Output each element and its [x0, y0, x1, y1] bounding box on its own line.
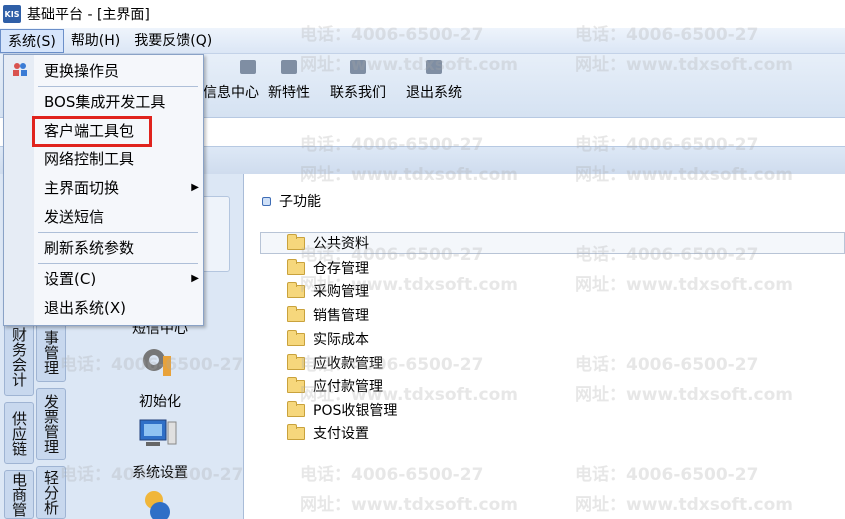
menu-item-switch-main-ui[interactable]: 主界面切换 ▶	[44, 176, 199, 200]
toolbar-new-features-button[interactable]: 新特性	[268, 60, 310, 102]
system-menu-dropdown: 更换操作员 BOS集成开发工具 客户端工具包 网络控制工具 主界面切换 ▶ 发送…	[3, 54, 204, 326]
tab-affairs[interactable]: 事管理	[36, 322, 66, 382]
folder-icon	[287, 305, 305, 322]
menu-separator	[38, 263, 198, 264]
tab-ecommerce[interactable]: 电商管	[4, 470, 34, 519]
menu-system[interactable]: 系统(S)	[0, 28, 64, 53]
tree-item-payment-settings[interactable]: 支付设置	[287, 423, 369, 443]
toolbar-label: 联系我们	[330, 85, 386, 101]
client-toolkit-highlight	[32, 116, 152, 147]
nav-initialize[interactable]: 初始化	[110, 391, 210, 411]
tree-root-public-data[interactable]: 公共资料	[260, 232, 845, 254]
nav-system-settings[interactable]: 系统设置	[110, 462, 210, 482]
left-panel-collapse-box[interactable]	[200, 196, 230, 272]
folder-icon	[287, 353, 305, 370]
section-bullet-icon	[262, 196, 271, 206]
menu-item-change-operator[interactable]: 更换操作员	[44, 59, 119, 83]
tree-item-pos[interactable]: POS收银管理	[287, 400, 397, 420]
chat-icon	[350, 60, 366, 74]
folder-icon	[287, 423, 305, 440]
tree-root-label: 公共资料	[313, 236, 369, 252]
folder-icon	[287, 258, 305, 275]
menu-item-label: 设置(C)	[44, 270, 97, 288]
tree-item-label: 应付款管理	[313, 379, 383, 395]
tree-item-label: 支付设置	[313, 426, 369, 442]
menu-item-bos-dev-tools[interactable]: BOS集成开发工具	[44, 90, 165, 114]
star-icon	[281, 60, 297, 74]
tree-item-label: 销售管理	[313, 308, 369, 324]
menu-bar: 系统(S) 帮助(H) 我要反馈(Q)	[0, 28, 845, 54]
menu-separator	[38, 86, 198, 87]
section-title: 子功能	[279, 194, 321, 210]
menu-item-refresh-params[interactable]: 刷新系统参数	[44, 236, 134, 260]
users-icon	[145, 491, 170, 519]
toolbar-exit-button[interactable]: 退出系统	[406, 60, 462, 102]
open-folder-icon	[287, 233, 305, 250]
tab-light-analysis[interactable]: 轻分析	[36, 466, 66, 519]
folder-icon	[287, 281, 305, 298]
change-user-icon	[13, 63, 27, 76]
menu-help[interactable]: 帮助(H)	[64, 29, 127, 53]
toolbar-label: 信息中心	[203, 85, 259, 101]
monitor-icon	[139, 419, 177, 446]
tree-item-label: 应收款管理	[313, 356, 383, 372]
tree-item-label: 实际成本	[313, 332, 369, 348]
menu-item-exit-system[interactable]: 退出系统(X)	[44, 296, 126, 320]
tree-item-label: 仓存管理	[313, 261, 369, 277]
menu-separator	[38, 232, 198, 233]
menu-item-settings[interactable]: 设置(C) ▶	[44, 267, 199, 291]
submenu-arrow-icon: ▶	[191, 273, 199, 284]
window-title: 基础平台 - [主界面]	[27, 7, 150, 23]
title-bar: KIS 基础平台 - [主界面]	[0, 0, 845, 28]
menu-icon-column	[4, 55, 34, 325]
sub-function-header: 子功能	[262, 191, 321, 211]
menu-item-label: 主界面切换	[44, 179, 120, 197]
submenu-arrow-icon: ▶	[191, 182, 199, 193]
toolbar-info-center-button[interactable]: 信息中心	[203, 60, 259, 102]
tab-supply-chain[interactable]: 供应链	[4, 402, 34, 464]
folder-icon	[287, 329, 305, 346]
mail-icon	[240, 60, 256, 74]
menu-item-network-control[interactable]: 网络控制工具	[44, 147, 134, 171]
menu-feedback[interactable]: 我要反馈(Q)	[127, 29, 219, 53]
exit-icon	[426, 60, 442, 74]
tree-item-label: 采购管理	[313, 284, 369, 300]
tree-item-receivables[interactable]: 应收款管理	[287, 353, 383, 373]
toolbar-label: 退出系统	[406, 85, 462, 101]
tree-item-payables[interactable]: 应付款管理	[287, 376, 383, 396]
tree-item-label: POS收银管理	[313, 403, 398, 419]
app-logo-icon: KIS	[3, 5, 21, 23]
tree-item-sales[interactable]: 销售管理	[287, 305, 369, 325]
tab-invoice[interactable]: 发票管理	[36, 388, 66, 460]
toolbar-label: 新特性	[268, 85, 310, 101]
tree-item-purchasing[interactable]: 采购管理	[287, 281, 369, 301]
tree-item-actual-cost[interactable]: 实际成本	[287, 329, 369, 349]
folder-icon	[287, 376, 305, 393]
menu-item-send-sms[interactable]: 发送短信	[44, 205, 104, 229]
tab-finance[interactable]: 财务会计	[4, 318, 34, 396]
tree-item-inventory[interactable]: 仓存管理	[287, 258, 369, 278]
folder-icon	[287, 400, 305, 417]
gear-icon	[143, 349, 171, 376]
toolbar-contact-us-button[interactable]: 联系我们	[330, 60, 386, 102]
